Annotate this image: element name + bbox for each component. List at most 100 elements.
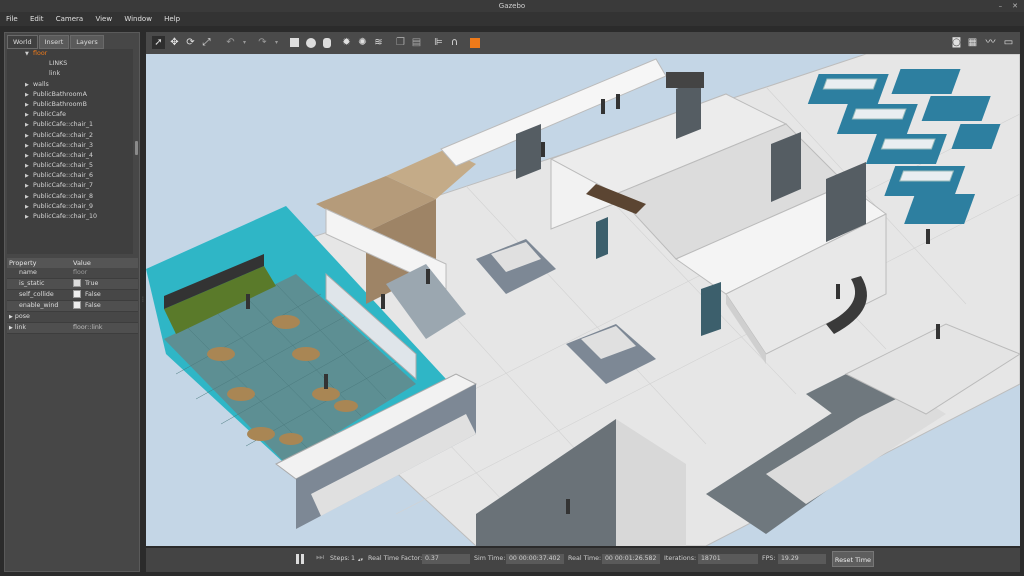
expand-right-icon[interactable]: ▶ (25, 181, 33, 191)
tree-item-label: PublicCafe::chair_7 (33, 182, 94, 190)
tree-item-label: PublicCafe::chair_8 (33, 192, 94, 200)
copy-icon[interactable]: ❐ (394, 36, 407, 49)
property-row-is-static: is_static True (7, 279, 138, 290)
steps-value[interactable]: 1 (351, 555, 355, 562)
world-tree: ▼ floor LINKS link ▶ walls ▶ PublicBathroomA ▶ Pu… (7, 49, 133, 254)
tree-item[interactable]: ▶ PublicCafe::chair_9 (7, 202, 133, 212)
align-icon[interactable]: ⊫ (432, 36, 445, 49)
undo-dropdown-icon[interactable]: ▾ (238, 36, 251, 49)
video-record-icon[interactable]: ▭ (1002, 36, 1015, 49)
tree-item-label: PublicBathroomB (33, 100, 87, 108)
expand-right-icon[interactable]: ▶ (25, 131, 33, 141)
screenshot-icon[interactable]: ◙ (950, 36, 963, 49)
menu-edit[interactable]: Edit (30, 12, 44, 26)
tree-item[interactable]: LINKS (7, 59, 133, 69)
view-angle-icon[interactable] (468, 36, 481, 49)
undo-icon[interactable]: ↶ (224, 36, 237, 49)
panel-splitter-handle[interactable]: ⋮ (140, 296, 146, 310)
snap-icon[interactable]: ∩ (448, 36, 461, 49)
translate-mode-icon[interactable]: ✥ (168, 36, 181, 49)
toolbar: ➚ ✥ ⟳ ⤢ ↶ ▾ ↷ ▾ ✹ ✺ ≋ ❐ ▤ ⊫ ∩ ◙ ▦ 〰 ▭ (146, 32, 1020, 54)
property-row-name: name floor (7, 268, 138, 279)
expand-right-icon[interactable]: ▶ (25, 151, 33, 161)
property-row-self-collide: self_collide False (7, 290, 138, 301)
log-icon[interactable]: ▦ (966, 36, 979, 49)
menu-view[interactable]: View (95, 12, 112, 26)
step-icon[interactable]: ⏭ (316, 553, 324, 563)
tree-item[interactable]: ▶ PublicCafe::chair_5 (7, 161, 133, 171)
tree-item[interactable]: ▼ floor (7, 49, 133, 59)
tree-item[interactable]: ▶ PublicCafe::chair_4 (7, 151, 133, 161)
tree-item[interactable]: ▶ PublicCafe::chair_6 (7, 171, 133, 181)
redo-icon[interactable]: ↷ (256, 36, 269, 49)
property-name: pose (14, 313, 30, 320)
menu-camera[interactable]: Camera (56, 12, 83, 26)
plot-icon[interactable]: 〰 (984, 36, 997, 49)
tab-world[interactable]: World (7, 35, 38, 49)
expand-right-icon[interactable]: ▶ (25, 161, 33, 171)
property-value: floor::link (73, 324, 103, 331)
property-row-pose[interactable]: ▶ pose (7, 312, 138, 323)
tab-layers[interactable]: Layers (70, 35, 104, 49)
tree-item[interactable]: link (7, 69, 133, 79)
tree-item[interactable]: ▶ PublicCafe::chair_8 (7, 192, 133, 202)
fps-value: 19.29 (778, 554, 826, 564)
expand-right-icon[interactable]: ▶ (25, 110, 33, 120)
cylinder-shape-icon[interactable] (320, 36, 333, 49)
steps-spinner-icon[interactable]: ▴▾ (358, 557, 363, 563)
tree-item-label: PublicCafe (33, 111, 66, 119)
tree-item-label: PublicBathroomA (33, 90, 87, 98)
sphere-shape-icon[interactable] (304, 36, 317, 49)
office-world-render (146, 54, 1020, 546)
self-collide-checkbox[interactable] (73, 290, 81, 298)
expand-down-icon[interactable]: ▼ (25, 49, 33, 59)
redo-dropdown-icon[interactable]: ▾ (270, 36, 283, 49)
tree-item[interactable]: ▶ PublicCafe::chair_1 (7, 120, 133, 130)
property-row-link[interactable]: ▶ link floor::link (7, 323, 138, 334)
select-mode-icon[interactable]: ➚ (152, 36, 165, 49)
property-value: floor (73, 269, 88, 276)
value-column-header: Value (73, 259, 91, 267)
tree-scrollbar[interactable] (135, 141, 138, 155)
paste-icon[interactable]: ▤ (410, 36, 423, 49)
tree-item[interactable]: ▶ PublicCafe::chair_3 (7, 141, 133, 151)
tab-insert[interactable]: Insert (38, 35, 70, 49)
scale-mode-icon[interactable]: ⤢ (200, 36, 213, 49)
expand-right-icon[interactable]: ▶ (25, 171, 33, 181)
expand-right-icon[interactable]: ▶ (25, 90, 33, 100)
box-shape-icon[interactable] (288, 36, 301, 49)
expand-right-icon[interactable]: ▶ (25, 212, 33, 222)
menu-window[interactable]: Window (124, 12, 152, 26)
spot-light-icon[interactable]: ✺ (356, 36, 369, 49)
menu-file[interactable]: File (6, 12, 18, 26)
directional-light-icon[interactable]: ≋ (372, 36, 385, 49)
tree-item[interactable]: ▶ walls (7, 80, 133, 90)
expand-right-icon[interactable]: ▶ (25, 202, 33, 212)
reset-time-button[interactable]: Reset Time (832, 551, 874, 567)
pause-icon[interactable] (296, 554, 304, 565)
minimize-icon[interactable]: – (999, 2, 1003, 10)
tree-item[interactable]: ▶ PublicBathroomA (7, 90, 133, 100)
property-name: is_static (19, 280, 45, 287)
enable-wind-checkbox[interactable] (73, 301, 81, 309)
point-light-icon[interactable]: ✹ (340, 36, 353, 49)
property-value: False (85, 302, 101, 309)
expand-arrow-icon[interactable]: ▶ (9, 314, 13, 320)
rotate-mode-icon[interactable]: ⟳ (184, 36, 197, 49)
expand-right-icon[interactable]: ▶ (25, 192, 33, 202)
3d-viewport[interactable] (146, 54, 1020, 546)
tree-item[interactable]: ▶ PublicCafe::chair_10 (7, 212, 133, 222)
is-static-checkbox[interactable] (73, 279, 81, 287)
expand-right-icon[interactable]: ▶ (25, 100, 33, 110)
tree-item[interactable]: ▶ PublicBathroomB (7, 100, 133, 110)
menu-help[interactable]: Help (164, 12, 180, 26)
tree-item[interactable]: ▶ PublicCafe::chair_7 (7, 181, 133, 191)
tree-item[interactable]: ▶ PublicCafe (7, 110, 133, 120)
tree-item[interactable]: ▶ PublicCafe::chair_2 (7, 131, 133, 141)
expand-right-icon[interactable]: ▶ (25, 80, 33, 90)
tree-item-label: LINKS (49, 60, 68, 68)
expand-right-icon[interactable]: ▶ (25, 120, 33, 130)
expand-arrow-icon[interactable]: ▶ (9, 325, 13, 331)
close-icon[interactable]: ✕ (1012, 2, 1018, 10)
expand-right-icon[interactable]: ▶ (25, 141, 33, 151)
